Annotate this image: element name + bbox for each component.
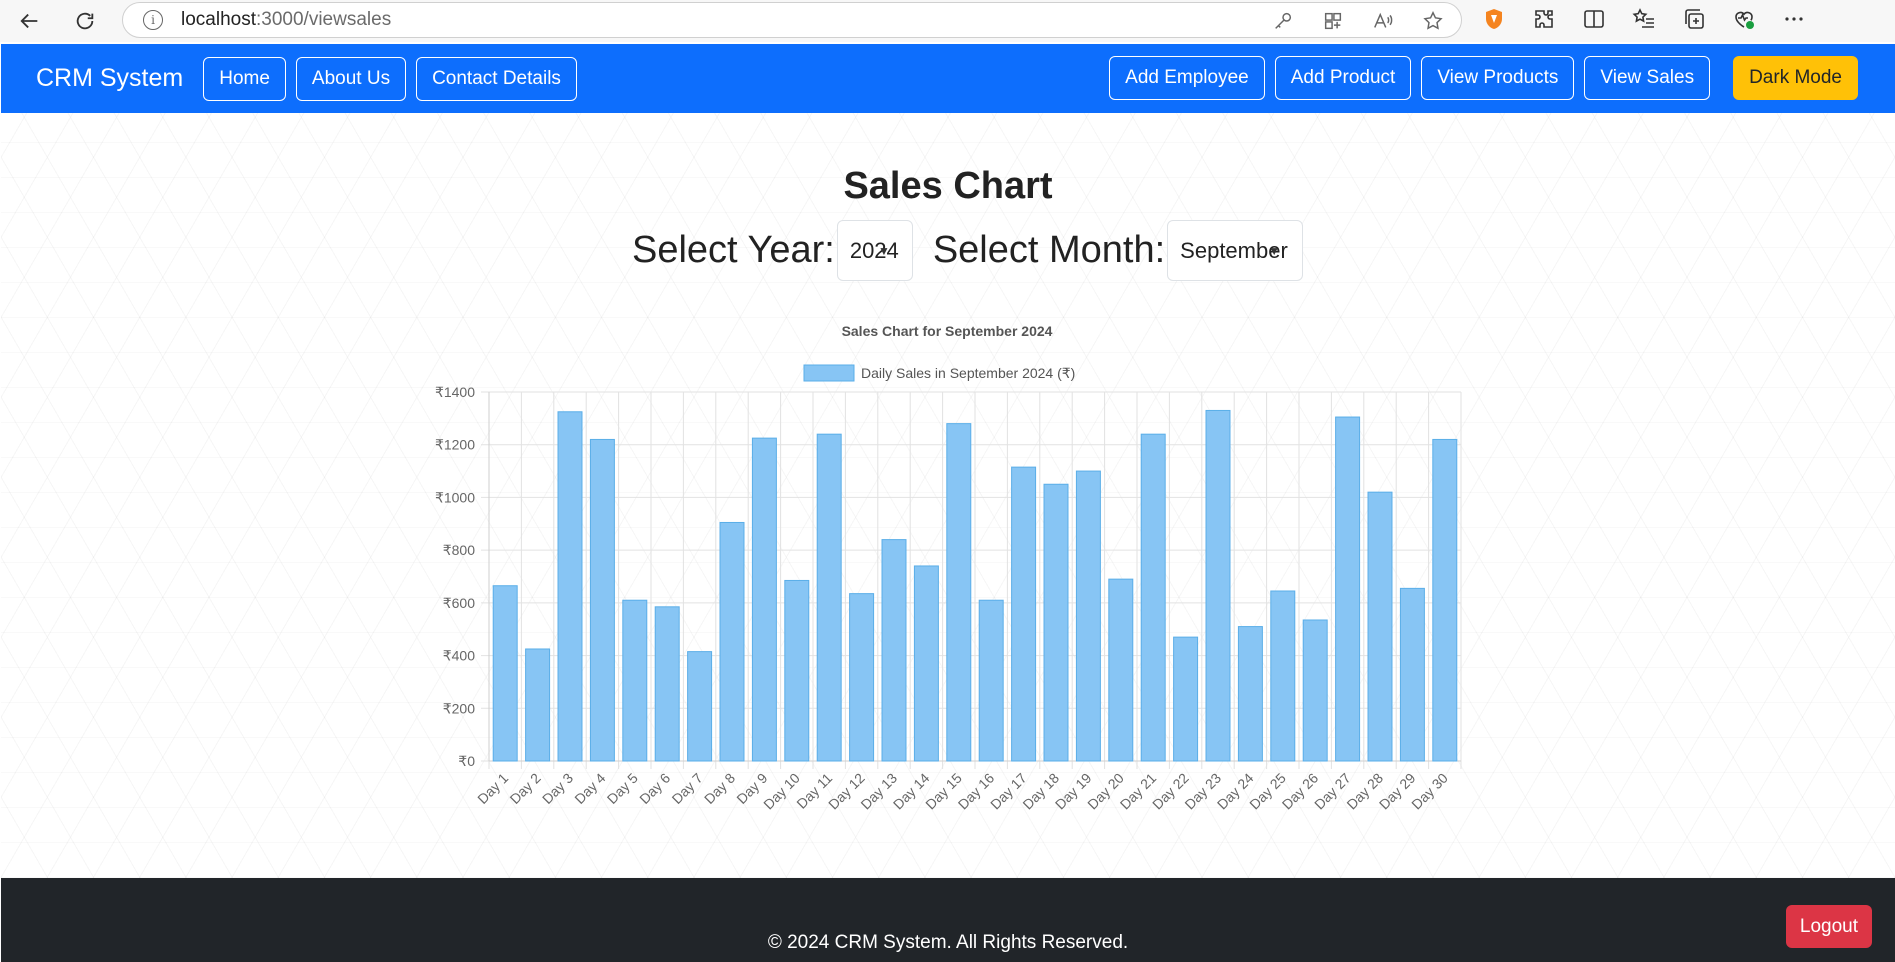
- bar-day-28: [1367, 491, 1393, 762]
- x-tick-label: Day 2: [507, 770, 544, 807]
- bar-day-8: [719, 521, 745, 762]
- bar-day-30: [1432, 438, 1458, 762]
- bar-day-20: [1108, 578, 1134, 762]
- x-tick-label: Day 5: [604, 770, 641, 807]
- nav-add-employee-button[interactable]: Add Employee: [1109, 56, 1265, 100]
- logout-button[interactable]: Logout: [1785, 905, 1872, 948]
- y-tick-label: ₹800: [443, 542, 475, 558]
- bar-day-2: [525, 648, 551, 762]
- brand-logo[interactable]: CRM System: [36, 64, 183, 93]
- dark-mode-button[interactable]: Dark Mode: [1733, 56, 1858, 100]
- address-bar[interactable]: i localhost:3000/viewsales: [122, 2, 1462, 38]
- bar-day-7: [687, 651, 713, 762]
- main-content: Sales Chart Select Year: 2024 ▼ Select M…: [1, 113, 1895, 878]
- y-tick-label: ₹1000: [435, 489, 475, 505]
- x-tick-label: Day 8: [701, 770, 738, 807]
- bar-day-23: [1205, 409, 1231, 762]
- y-tick-label: ₹600: [443, 595, 475, 611]
- collections-icon[interactable]: [1680, 4, 1708, 34]
- bar-day-4: [589, 438, 615, 762]
- nav-add-product-button[interactable]: Add Product: [1274, 56, 1412, 100]
- nav-view-products-button[interactable]: View Products: [1421, 56, 1575, 100]
- bar-day-18: [1043, 483, 1069, 762]
- bar-day-22: [1173, 636, 1199, 762]
- x-tick-label: Day 4: [571, 770, 608, 807]
- bar-day-1: [492, 585, 518, 762]
- bar-day-10: [784, 579, 810, 762]
- footer-copyright: © 2024 CRM System. All Rights Reserved.: [767, 932, 1129, 953]
- extensions-puzzle-icon[interactable]: [1530, 4, 1558, 34]
- bar-day-11: [816, 433, 842, 762]
- y-tick-label: ₹400: [443, 648, 475, 664]
- footer: © 2024 CRM System. All Rights Reserved. …: [1, 878, 1895, 962]
- bar-day-26: [1302, 619, 1328, 762]
- nav-about-us-button[interactable]: About Us: [295, 56, 407, 101]
- info-icon[interactable]: i: [143, 10, 163, 30]
- y-tick-label: ₹0: [458, 753, 475, 769]
- shield-extension-icon[interactable]: [1480, 4, 1508, 34]
- url-path: :3000/viewsales: [256, 9, 392, 30]
- nav-contact-details-button[interactable]: Contact Details: [416, 56, 577, 101]
- browser-toolbar: i localhost:3000/viewsales: [0, 0, 1895, 42]
- bar-day-21: [1140, 433, 1166, 762]
- more-menu-icon[interactable]: [1780, 4, 1808, 34]
- bar-day-29: [1399, 587, 1425, 762]
- bar-day-12: [849, 593, 875, 762]
- favorite-star-icon[interactable]: [1419, 7, 1447, 35]
- y-tick-label: ₹1200: [435, 437, 475, 453]
- x-tick-label: Day 10: [760, 770, 803, 813]
- bar-day-5: [622, 599, 648, 762]
- bar-day-24: [1237, 626, 1263, 762]
- x-tick-label: Day 1: [474, 770, 511, 807]
- bar-day-27: [1335, 416, 1361, 762]
- sales-bar-chart: Sales Chart for September 2024 Daily Sale…: [435, 323, 1462, 813]
- bar-day-6: [654, 606, 680, 762]
- reload-icon[interactable]: [65, 3, 105, 39]
- bar-day-3: [557, 411, 583, 762]
- nav-home-button[interactable]: Home: [203, 56, 286, 101]
- y-tick-label: ₹200: [443, 700, 475, 716]
- bar-day-17: [1011, 466, 1037, 762]
- chart-title: Sales Chart for September 2024: [842, 323, 1053, 339]
- nav-view-sales-button[interactable]: View Sales: [1584, 56, 1711, 100]
- bar-day-15: [946, 423, 972, 762]
- bar-day-14: [913, 565, 939, 762]
- x-tick-label: Day 7: [669, 770, 706, 807]
- bar-day-9: [751, 437, 777, 762]
- x-tick-label: Day 6: [636, 770, 673, 807]
- app-navbar: CRM System Home About Us Contact Details…: [1, 44, 1895, 113]
- read-aloud-icon[interactable]: [1369, 7, 1397, 35]
- legend-swatch: [803, 364, 855, 382]
- key-icon[interactable]: [1269, 7, 1297, 35]
- favorites-list-icon[interactable]: [1630, 4, 1658, 34]
- app-grid-icon[interactable]: [1319, 7, 1347, 35]
- bar-day-16: [978, 599, 1004, 762]
- split-screen-icon[interactable]: [1580, 4, 1608, 34]
- x-tick-label: Day 30: [1408, 770, 1451, 813]
- bar-day-25: [1270, 590, 1296, 762]
- y-tick-label: ₹1400: [435, 384, 475, 400]
- url-host: localhost: [181, 9, 256, 30]
- browser-essentials-icon[interactable]: [1730, 4, 1758, 34]
- bar-day-13: [881, 539, 907, 762]
- legend-label: Daily Sales in September 2024 (₹): [861, 365, 1075, 381]
- bar-day-19: [1075, 470, 1101, 762]
- back-icon[interactable]: [10, 3, 50, 39]
- x-tick-label: Day 3: [539, 770, 576, 807]
